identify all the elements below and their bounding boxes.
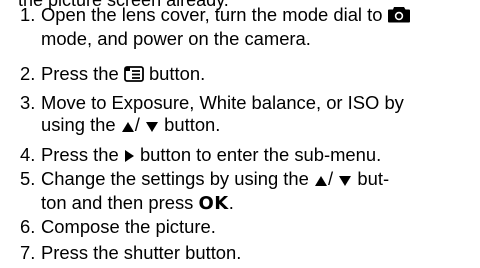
step-6: 6. Compose the picture. [20, 216, 472, 238]
step-text: Open the lens cover, turn the mode dial … [41, 4, 383, 25]
step-text-cont: mode, and power on the camera. [41, 27, 311, 49]
step-text: Move to Exposure, White balance, or ISO … [41, 92, 404, 113]
step-7: 7. Press the shutter button. [20, 242, 472, 264]
instruction-page: the picture screen already. 1. Open the l… [0, 0, 480, 268]
step-number: 3. [20, 92, 36, 113]
step-2: 2. Press the button. [20, 63, 472, 87]
step-text: Change the settings by using the [41, 168, 309, 189]
down-arrow-icon [338, 170, 352, 192]
menu-button-icon [123, 65, 144, 87]
up-arrow-icon [314, 170, 328, 192]
up-arrow-icon [121, 116, 135, 138]
step-text: Compose the picture. [41, 216, 216, 237]
step-3: 3. Move to Exposure, White balance, or IS… [20, 92, 472, 137]
step-text: button to enter the sub-menu. [139, 144, 382, 165]
slash-text: / [134, 113, 140, 135]
step-number: 2. [20, 63, 36, 84]
step-number: 4. [20, 144, 36, 165]
step-text: using the [41, 113, 116, 135]
down-arrow-icon [145, 116, 159, 138]
step-4: 4. Press the button to enter the sub-menu… [20, 144, 472, 168]
step-number: 6. [20, 216, 36, 237]
step-text: Press the [41, 63, 119, 84]
step-text: ton and then press [41, 191, 194, 213]
step-number: 1. [20, 4, 36, 25]
step-text: Press the shutter button. [41, 242, 242, 263]
step-text: Press the [41, 144, 119, 165]
ok-button-label: OK [198, 192, 229, 214]
slash-text: / [328, 168, 334, 189]
camera-mode-icon [387, 6, 410, 28]
step-text-cont: using the / button. [20, 114, 472, 138]
step-text: but- [357, 168, 390, 189]
step-1: 1. Open the lens cover, turn the mode dia… [20, 4, 472, 49]
step-5: 5. Change the settings by using the / but… [20, 168, 472, 214]
step-number: 5. [20, 168, 36, 189]
period-text: . [228, 191, 234, 213]
step-text: button. [164, 113, 221, 135]
right-arrow-icon [124, 146, 135, 168]
step-text: button. [148, 63, 206, 84]
step-text-cont: ton and then press OK. [20, 192, 472, 215]
step-number: 7. [20, 242, 36, 263]
